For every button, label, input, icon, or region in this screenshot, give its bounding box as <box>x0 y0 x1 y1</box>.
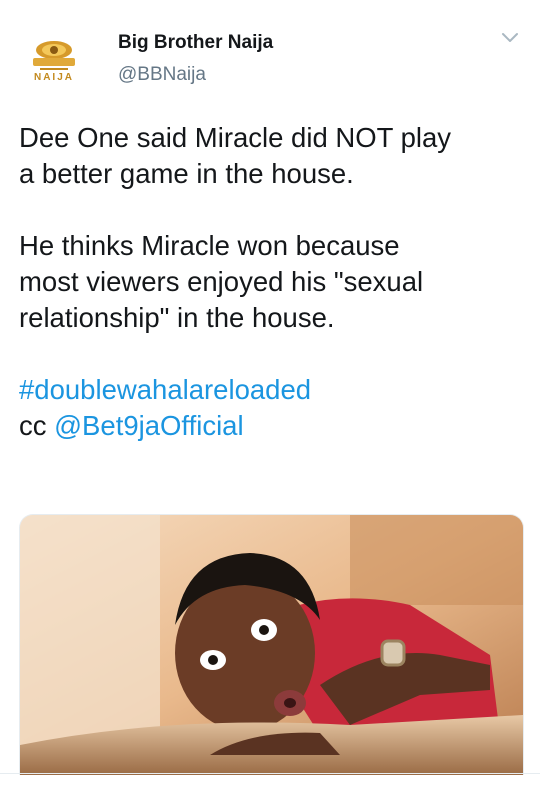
avatar-logo-text: NAIJA <box>33 72 74 83</box>
hashtag-link[interactable]: #doublewahalareloaded <box>19 374 311 405</box>
photo-man-leaning-on-couch <box>20 515 523 775</box>
tweet-text: Dee One said Miracle did NOT play a bett… <box>19 120 524 444</box>
tweet-line: a better game in the house. <box>19 158 354 189</box>
tweet-line: relationship" in the house. <box>19 302 335 333</box>
tweet-line: most viewers enjoyed his "sexual <box>19 266 424 297</box>
tweet-line: Dee One said Miracle did NOT play <box>19 122 452 153</box>
account-handle[interactable]: @BBNaija <box>118 64 206 86</box>
account-display-name[interactable]: Big Brother Naija <box>118 32 273 54</box>
avatar[interactable]: NAIJA <box>20 26 88 94</box>
chevron-down-icon[interactable] <box>500 30 520 46</box>
divider <box>0 773 540 774</box>
tweet-photo[interactable] <box>19 514 524 775</box>
mention-link[interactable]: @Bet9jaOfficial <box>54 410 243 441</box>
tweet-header: NAIJA Big Brother Naija @BBNaija <box>0 0 540 110</box>
tweet-line: He thinks Miracle won because <box>19 230 400 261</box>
big-brother-eye-logo-icon <box>33 41 75 70</box>
cc-label: cc <box>19 410 55 441</box>
